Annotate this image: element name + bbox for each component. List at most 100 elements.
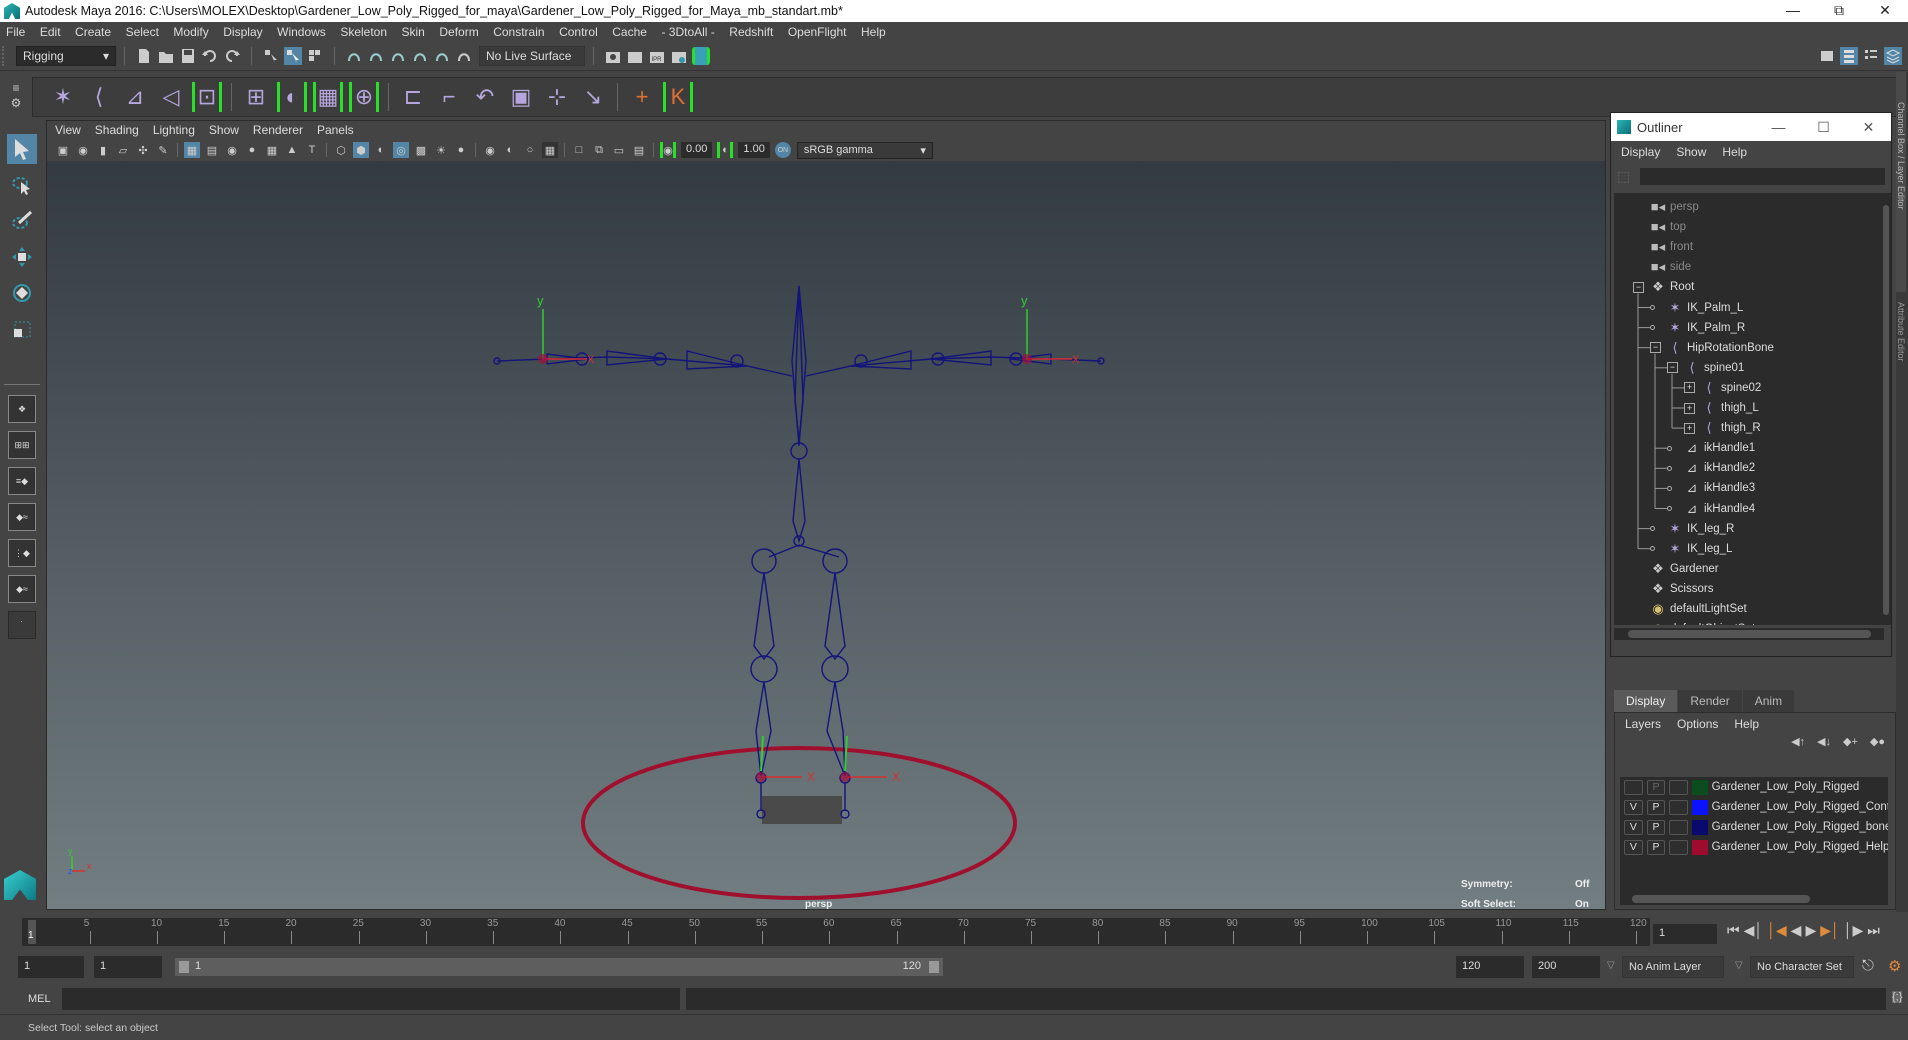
expand-icon[interactable]: + — [1684, 422, 1695, 434]
exposure-icon[interactable]: ◉ — [660, 142, 676, 158]
layer-color-swatch[interactable] — [1691, 799, 1708, 815]
aim-constraint-icon[interactable]: ⊹ — [542, 82, 572, 112]
joint-tool-icon[interactable]: ✶ — [48, 82, 78, 112]
snap-point-icon[interactable] — [389, 47, 407, 65]
outliner-item[interactable]: + ⟨ spine02 — [1684, 378, 1761, 398]
outliner-item[interactable]: − ⟨ HipRotationBone — [1650, 338, 1774, 358]
outliner-item[interactable]: ✶ IK_leg_L — [1650, 539, 1732, 559]
select-hierarchy-icon[interactable] — [262, 47, 280, 65]
lasso-tool-icon[interactable] — [7, 170, 37, 200]
panel-menu-renderer[interactable]: Renderer — [253, 123, 303, 137]
outliner-item[interactable]: ◉ defaultObjectSet — [1650, 619, 1755, 625]
tab-render[interactable]: Render — [1678, 690, 1742, 712]
character-set-dropdown-icon[interactable]: ▽ — [1735, 960, 1743, 971]
tab-attribute-editor[interactable]: Attribute Editor — [1896, 292, 1906, 412]
menu-skin[interactable]: Skin — [402, 25, 425, 39]
panel-menu-shading[interactable]: Shading — [95, 123, 139, 137]
panel-menu-panels[interactable]: Panels — [317, 123, 354, 137]
collapse-icon[interactable]: − — [1633, 281, 1644, 293]
range-slider-bar[interactable]: 1 120 — [175, 958, 943, 976]
playback-toggle[interactable]: P — [1646, 839, 1666, 855]
display-type-toggle[interactable] — [1669, 799, 1688, 815]
save-scene-icon[interactable] — [179, 47, 197, 65]
layer-row[interactable]: P Gardener_Low_Poly_Rigged — [1620, 777, 1888, 797]
current-frame-marker[interactable]: 1 — [28, 920, 36, 944]
menu-windows[interactable]: Windows — [277, 25, 326, 39]
four-view-layout[interactable]: ⊞⊞ — [8, 431, 36, 459]
menu-control[interactable]: Control — [559, 25, 598, 39]
film-gate-icon[interactable]: ▤ — [204, 142, 220, 158]
orient-constraint-icon[interactable]: ↶ — [470, 82, 500, 112]
collapse-icon[interactable]: − — [1667, 362, 1678, 374]
outliner-item[interactable]: + ⟨ thigh_R — [1684, 418, 1761, 438]
outliner-item[interactable]: − ❖ Root — [1633, 277, 1694, 297]
resolution-gate-icon[interactable]: ◉ — [224, 142, 240, 158]
range-end-handle[interactable] — [929, 961, 939, 973]
color-management-toggle-icon[interactable]: ON — [774, 142, 791, 158]
menu-file[interactable]: File — [6, 25, 25, 39]
step-back-key-icon[interactable]: │◀ — [1767, 922, 1787, 939]
grip-handle[interactable] — [2, 46, 16, 66]
render-view-icon[interactable] — [604, 47, 622, 65]
move-layer-down-icon[interactable]: ◀↓ — [1817, 735, 1831, 755]
step-forward-key-icon[interactable]: ▶│ — [1820, 922, 1840, 939]
menu-deform[interactable]: Deform — [439, 25, 478, 39]
playback-end-field[interactable]: 120 — [1456, 956, 1524, 978]
new-empty-layer-icon[interactable]: ◆+ — [1843, 735, 1858, 755]
snap-view-plane-icon[interactable] — [433, 47, 451, 65]
bookmark-icon[interactable]: ▮ — [95, 142, 111, 158]
ik-spline-icon[interactable]: ⊿ — [120, 82, 150, 112]
current-frame-field[interactable]: 1 — [1653, 924, 1717, 944]
auto-key-icon[interactable]: ⎋ — [1862, 957, 1874, 974]
step-forward-frame-icon[interactable]: │▶ — [1844, 922, 1864, 939]
render-settings-icon[interactable] — [670, 47, 688, 65]
play-forwards-icon[interactable]: ▶ — [1805, 922, 1816, 939]
playback-start-field[interactable]: 1 — [94, 956, 162, 978]
panel-menu-lighting[interactable]: Lighting — [153, 123, 195, 137]
panel-menu-show[interactable]: Show — [209, 123, 239, 137]
move-layer-up-icon[interactable]: ◀↑ — [1791, 735, 1805, 755]
outliner-item[interactable]: ⊿ ikHandle3 — [1667, 478, 1755, 498]
depth-of-field-icon[interactable]: ▦ — [542, 142, 558, 158]
custom-layout[interactable]: ◆≈ — [8, 575, 36, 603]
gamma-icon[interactable]: ◐ — [717, 142, 734, 158]
menu-create[interactable]: Create — [75, 25, 111, 39]
gear-icon[interactable]: ⚙ — [11, 96, 22, 110]
shelf-tabs-icon[interactable]: ≡ — [12, 81, 19, 95]
ik-palm-l-manip[interactable]: y X — [537, 293, 595, 366]
live-surface-field[interactable]: No Live Surface — [479, 46, 585, 66]
use-default-material-icon[interactable]: ◐ — [373, 142, 389, 158]
grease-pencil-icon[interactable]: ✎ — [155, 142, 171, 158]
playback-toggle[interactable]: P — [1646, 819, 1666, 835]
animation-start-field[interactable]: 1 — [18, 956, 84, 978]
outliner-item[interactable]: ■◂ front — [1650, 237, 1693, 257]
grid-icon[interactable]: ▦ — [184, 142, 200, 158]
playback-toggle[interactable]: P — [1646, 799, 1666, 815]
layer-color-swatch[interactable] — [1691, 819, 1708, 835]
outliner-item[interactable]: ✶ IK_leg_R — [1650, 519, 1734, 539]
layer-row[interactable]: V P Gardener_Low_Poly_Rigged_bones — [1620, 817, 1888, 837]
ipr-render-icon[interactable]: IPR — [648, 47, 666, 65]
camera-attributes-icon[interactable]: ◉ — [75, 142, 91, 158]
modeling-toolkit-icon[interactable] — [1818, 47, 1836, 65]
layer-menu-layers[interactable]: Layers — [1625, 717, 1661, 731]
animation-preferences-icon[interactable]: ⚙ — [1888, 957, 1901, 975]
outliner-menu-help[interactable]: Help — [1722, 145, 1747, 159]
new-layer-from-selected-icon[interactable]: ◆● — [1870, 735, 1885, 755]
display-type-toggle[interactable] — [1669, 839, 1688, 855]
visibility-toggle[interactable]: V — [1624, 819, 1643, 835]
tab-channel-box-layer-editor[interactable]: Channel Box / Layer Editor — [1896, 72, 1906, 292]
make-live-icon[interactable] — [455, 47, 473, 65]
maximize-icon[interactable]: ☐ — [1801, 119, 1846, 136]
go-to-end-icon[interactable]: ⏭ — [1867, 922, 1880, 939]
outliner-hscrollbar[interactable] — [1614, 628, 1884, 640]
gamma-field[interactable]: 1.00 — [738, 142, 770, 158]
outliner-item[interactable]: ❖ Scissors — [1650, 579, 1713, 599]
hypershade-icon[interactable] — [692, 47, 710, 65]
render-frame-icon[interactable] — [626, 47, 644, 65]
minimize-icon[interactable]: — — [1756, 119, 1801, 136]
outliner-item[interactable]: ✶ IK_Palm_R — [1650, 318, 1745, 338]
graph-persp-layout[interactable]: ◆≈ — [8, 503, 36, 531]
outliner-menu-display[interactable]: Display — [1621, 145, 1660, 159]
multisample-aa-icon[interactable]: ○ — [522, 142, 538, 158]
